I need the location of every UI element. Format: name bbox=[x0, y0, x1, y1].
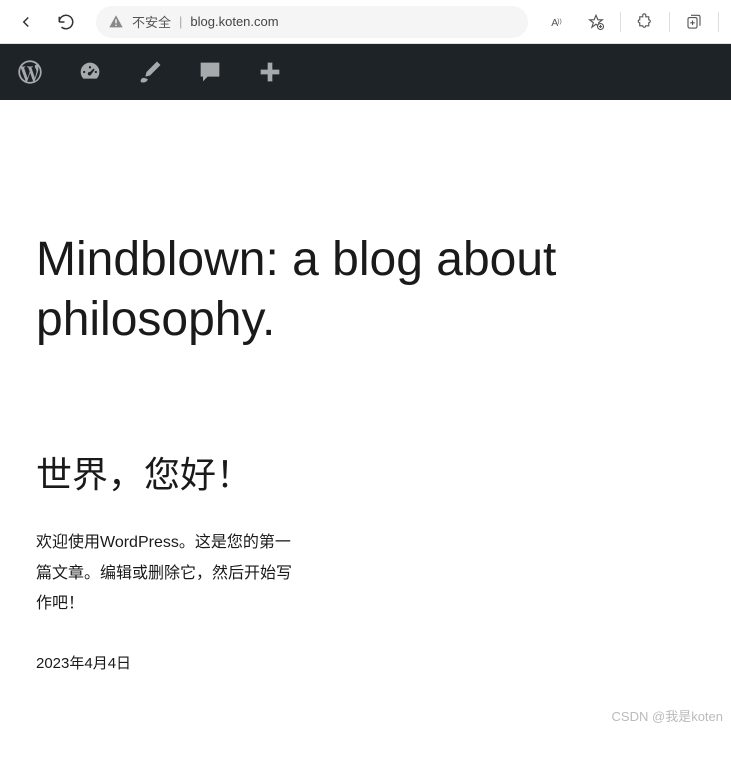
brush-icon bbox=[136, 58, 164, 86]
read-aloud-button[interactable]: A)) bbox=[540, 4, 576, 40]
page-content: Mindblown: a blog about philosophy. 世界，您… bbox=[0, 100, 731, 673]
favorites-button[interactable] bbox=[578, 4, 614, 40]
post-date: 2023年4月4日 bbox=[36, 652, 695, 673]
insecure-icon bbox=[108, 14, 124, 30]
wp-admin-bar bbox=[0, 44, 731, 100]
url-text: blog.koten.com bbox=[190, 14, 278, 29]
dashboard-icon bbox=[76, 58, 104, 86]
post-title[interactable]: 世界，您好！ bbox=[36, 450, 256, 500]
post-excerpt: 欢迎使用WordPress。这是您的第一篇文章。编辑或删除它，然后开始写作吧！ bbox=[36, 528, 296, 619]
wp-customize-button[interactable] bbox=[132, 54, 168, 90]
address-separator: | bbox=[179, 14, 182, 29]
wp-logo-button[interactable] bbox=[12, 54, 48, 90]
browser-tool-icons: A)) bbox=[540, 4, 723, 40]
wp-dashboard-button[interactable] bbox=[72, 54, 108, 90]
toolbar-divider bbox=[620, 12, 621, 32]
toolbar-divider bbox=[669, 12, 670, 32]
browser-toolbar: 不安全 | blog.koten.com A)) bbox=[0, 0, 731, 44]
wp-comments-button[interactable] bbox=[192, 54, 228, 90]
watermark: CSDN @我是koten bbox=[612, 706, 723, 725]
extensions-button[interactable] bbox=[627, 4, 663, 40]
plus-icon bbox=[256, 58, 284, 86]
page-title: Mindblown: a blog about philosophy. bbox=[36, 230, 695, 350]
toolbar-divider bbox=[718, 12, 719, 32]
comment-icon bbox=[196, 58, 224, 86]
insecure-label: 不安全 bbox=[132, 12, 171, 31]
address-bar[interactable]: 不安全 | blog.koten.com bbox=[96, 6, 528, 38]
back-button[interactable] bbox=[8, 4, 44, 40]
collections-button[interactable] bbox=[676, 4, 712, 40]
wordpress-icon bbox=[16, 58, 44, 86]
refresh-button[interactable] bbox=[48, 4, 84, 40]
wp-new-button[interactable] bbox=[252, 54, 288, 90]
svg-text:)): )) bbox=[557, 17, 562, 24]
